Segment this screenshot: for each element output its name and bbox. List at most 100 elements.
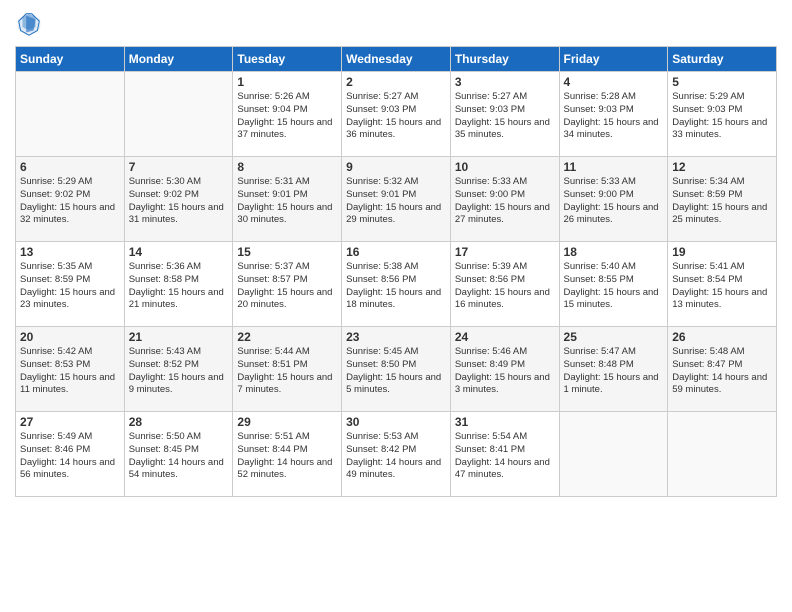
- day-header-tuesday: Tuesday: [233, 47, 342, 72]
- day-number: 20: [20, 330, 120, 344]
- day-info: Sunrise: 5:29 AM Sunset: 9:03 PM Dayligh…: [672, 91, 772, 142]
- day-header-monday: Monday: [124, 47, 233, 72]
- calendar-cell: 29 Sunrise: 5:51 AM Sunset: 8:44 PM Dayli…: [233, 412, 342, 497]
- day-info: Sunrise: 5:45 AM Sunset: 8:50 PM Dayligh…: [346, 346, 446, 397]
- calendar-cell: 31 Sunrise: 5:54 AM Sunset: 8:41 PM Dayli…: [450, 412, 559, 497]
- day-info: Sunrise: 5:54 AM Sunset: 8:41 PM Dayligh…: [455, 431, 555, 482]
- calendar-cell: [559, 412, 668, 497]
- day-number: 12: [672, 160, 772, 174]
- logo: [15, 10, 47, 38]
- day-info: Sunrise: 5:32 AM Sunset: 9:01 PM Dayligh…: [346, 176, 446, 227]
- day-info: Sunrise: 5:42 AM Sunset: 8:53 PM Dayligh…: [20, 346, 120, 397]
- calendar-cell: 8 Sunrise: 5:31 AM Sunset: 9:01 PM Daylig…: [233, 157, 342, 242]
- day-info: Sunrise: 5:48 AM Sunset: 8:47 PM Dayligh…: [672, 346, 772, 397]
- calendar-cell: 18Sunrise: 5:40 AM Sunset: 8:55 PM Dayli…: [559, 242, 668, 327]
- day-number: 26: [672, 330, 772, 344]
- calendar-cell: [124, 72, 233, 157]
- calendar-cell: 17 Sunrise: 5:39 AM Sunset: 8:56 PM Dayli…: [450, 242, 559, 327]
- week-row-1: 1 Sunrise: 5:26 AM Sunset: 9:04 PM Daylig…: [16, 72, 777, 157]
- day-info: Sunrise: 5:47 AM Sunset: 8:48 PM Dayligh…: [564, 346, 664, 397]
- calendar-cell: 12 Sunrise: 5:34 AM Sunset: 8:59 PM Dayli…: [668, 157, 777, 242]
- calendar-cell: 1 Sunrise: 5:26 AM Sunset: 9:04 PM Daylig…: [233, 72, 342, 157]
- day-number: 28: [129, 415, 229, 429]
- day-number: 14: [129, 245, 229, 259]
- day-info: Sunrise: 5:36 AM Sunset: 8:58 PM Dayligh…: [129, 261, 229, 312]
- day-header-thursday: Thursday: [450, 47, 559, 72]
- day-number: 6: [20, 160, 120, 174]
- day-info: Sunrise: 5:27 AM Sunset: 9:03 PM Dayligh…: [455, 91, 555, 142]
- calendar-cell: 4Sunrise: 5:28 AM Sunset: 9:03 PM Daylig…: [559, 72, 668, 157]
- calendar-cell: 26 Sunrise: 5:48 AM Sunset: 8:47 PM Dayli…: [668, 327, 777, 412]
- day-number: 7: [129, 160, 229, 174]
- calendar-cell: 14 Sunrise: 5:36 AM Sunset: 8:58 PM Dayli…: [124, 242, 233, 327]
- day-info: Sunrise: 5:37 AM Sunset: 8:57 PM Dayligh…: [237, 261, 337, 312]
- day-info: Sunrise: 5:39 AM Sunset: 8:56 PM Dayligh…: [455, 261, 555, 312]
- header: [15, 10, 777, 38]
- day-number: 18: [564, 245, 664, 259]
- day-info: Sunrise: 5:43 AM Sunset: 8:52 PM Dayligh…: [129, 346, 229, 397]
- day-info: Sunrise: 5:26 AM Sunset: 9:04 PM Dayligh…: [237, 91, 337, 142]
- day-number: 19: [672, 245, 772, 259]
- calendar-cell: 28 Sunrise: 5:50 AM Sunset: 8:45 PM Dayli…: [124, 412, 233, 497]
- day-info: Sunrise: 5:33 AM Sunset: 9:00 PM Dayligh…: [564, 176, 664, 227]
- day-number: 17: [455, 245, 555, 259]
- day-number: 29: [237, 415, 337, 429]
- day-number: 16: [346, 245, 446, 259]
- day-number: 13: [20, 245, 120, 259]
- calendar-cell: 6 Sunrise: 5:29 AM Sunset: 9:02 PM Daylig…: [16, 157, 125, 242]
- day-header-friday: Friday: [559, 47, 668, 72]
- calendar-cell: 3Sunrise: 5:27 AM Sunset: 9:03 PM Daylig…: [450, 72, 559, 157]
- day-number: 11: [564, 160, 664, 174]
- day-info: Sunrise: 5:33 AM Sunset: 9:00 PM Dayligh…: [455, 176, 555, 227]
- day-number: 24: [455, 330, 555, 344]
- day-number: 15: [237, 245, 337, 259]
- calendar-cell: 16Sunrise: 5:38 AM Sunset: 8:56 PM Dayli…: [342, 242, 451, 327]
- calendar-cell: 15 Sunrise: 5:37 AM Sunset: 8:57 PM Dayli…: [233, 242, 342, 327]
- day-number: 10: [455, 160, 555, 174]
- day-header-wednesday: Wednesday: [342, 47, 451, 72]
- page: SundayMondayTuesdayWednesdayThursdayFrid…: [0, 0, 792, 612]
- calendar-cell: 19 Sunrise: 5:41 AM Sunset: 8:54 PM Dayli…: [668, 242, 777, 327]
- calendar-cell: 7 Sunrise: 5:30 AM Sunset: 9:02 PM Daylig…: [124, 157, 233, 242]
- day-number: 9: [346, 160, 446, 174]
- day-info: Sunrise: 5:28 AM Sunset: 9:03 PM Dayligh…: [564, 91, 664, 142]
- day-number: 25: [564, 330, 664, 344]
- day-info: Sunrise: 5:34 AM Sunset: 8:59 PM Dayligh…: [672, 176, 772, 227]
- day-info: Sunrise: 5:50 AM Sunset: 8:45 PM Dayligh…: [129, 431, 229, 482]
- day-info: Sunrise: 5:31 AM Sunset: 9:01 PM Dayligh…: [237, 176, 337, 227]
- day-info: Sunrise: 5:51 AM Sunset: 8:44 PM Dayligh…: [237, 431, 337, 482]
- calendar-cell: [16, 72, 125, 157]
- calendar-cell: 30 Sunrise: 5:53 AM Sunset: 8:42 PM Dayli…: [342, 412, 451, 497]
- day-info: Sunrise: 5:44 AM Sunset: 8:51 PM Dayligh…: [237, 346, 337, 397]
- calendar-cell: 24Sunrise: 5:46 AM Sunset: 8:49 PM Dayli…: [450, 327, 559, 412]
- calendar-cell: 5Sunrise: 5:29 AM Sunset: 9:03 PM Daylig…: [668, 72, 777, 157]
- day-number: 30: [346, 415, 446, 429]
- day-number: 21: [129, 330, 229, 344]
- week-row-4: 20 Sunrise: 5:42 AM Sunset: 8:53 PM Dayli…: [16, 327, 777, 412]
- day-info: Sunrise: 5:29 AM Sunset: 9:02 PM Dayligh…: [20, 176, 120, 227]
- day-number: 8: [237, 160, 337, 174]
- day-info: Sunrise: 5:41 AM Sunset: 8:54 PM Dayligh…: [672, 261, 772, 312]
- day-number: 2: [346, 75, 446, 89]
- day-info: Sunrise: 5:35 AM Sunset: 8:59 PM Dayligh…: [20, 261, 120, 312]
- day-number: 23: [346, 330, 446, 344]
- day-info: Sunrise: 5:27 AM Sunset: 9:03 PM Dayligh…: [346, 91, 446, 142]
- calendar-cell: 2 Sunrise: 5:27 AM Sunset: 9:03 PM Daylig…: [342, 72, 451, 157]
- day-info: Sunrise: 5:30 AM Sunset: 9:02 PM Dayligh…: [129, 176, 229, 227]
- calendar-cell: 22 Sunrise: 5:44 AM Sunset: 8:51 PM Dayli…: [233, 327, 342, 412]
- week-row-3: 13 Sunrise: 5:35 AM Sunset: 8:59 PM Dayli…: [16, 242, 777, 327]
- days-header-row: SundayMondayTuesdayWednesdayThursdayFrid…: [16, 47, 777, 72]
- day-info: Sunrise: 5:49 AM Sunset: 8:46 PM Dayligh…: [20, 431, 120, 482]
- day-header-sunday: Sunday: [16, 47, 125, 72]
- calendar-cell: 9 Sunrise: 5:32 AM Sunset: 9:01 PM Daylig…: [342, 157, 451, 242]
- calendar-cell: 11 Sunrise: 5:33 AM Sunset: 9:00 PM Dayli…: [559, 157, 668, 242]
- calendar-cell: 23 Sunrise: 5:45 AM Sunset: 8:50 PM Dayli…: [342, 327, 451, 412]
- day-number: 1: [237, 75, 337, 89]
- day-number: 22: [237, 330, 337, 344]
- day-info: Sunrise: 5:53 AM Sunset: 8:42 PM Dayligh…: [346, 431, 446, 482]
- day-header-saturday: Saturday: [668, 47, 777, 72]
- day-number: 27: [20, 415, 120, 429]
- calendar-cell: 27 Sunrise: 5:49 AM Sunset: 8:46 PM Dayli…: [16, 412, 125, 497]
- day-number: 31: [455, 415, 555, 429]
- calendar-cell: 10 Sunrise: 5:33 AM Sunset: 9:00 PM Dayli…: [450, 157, 559, 242]
